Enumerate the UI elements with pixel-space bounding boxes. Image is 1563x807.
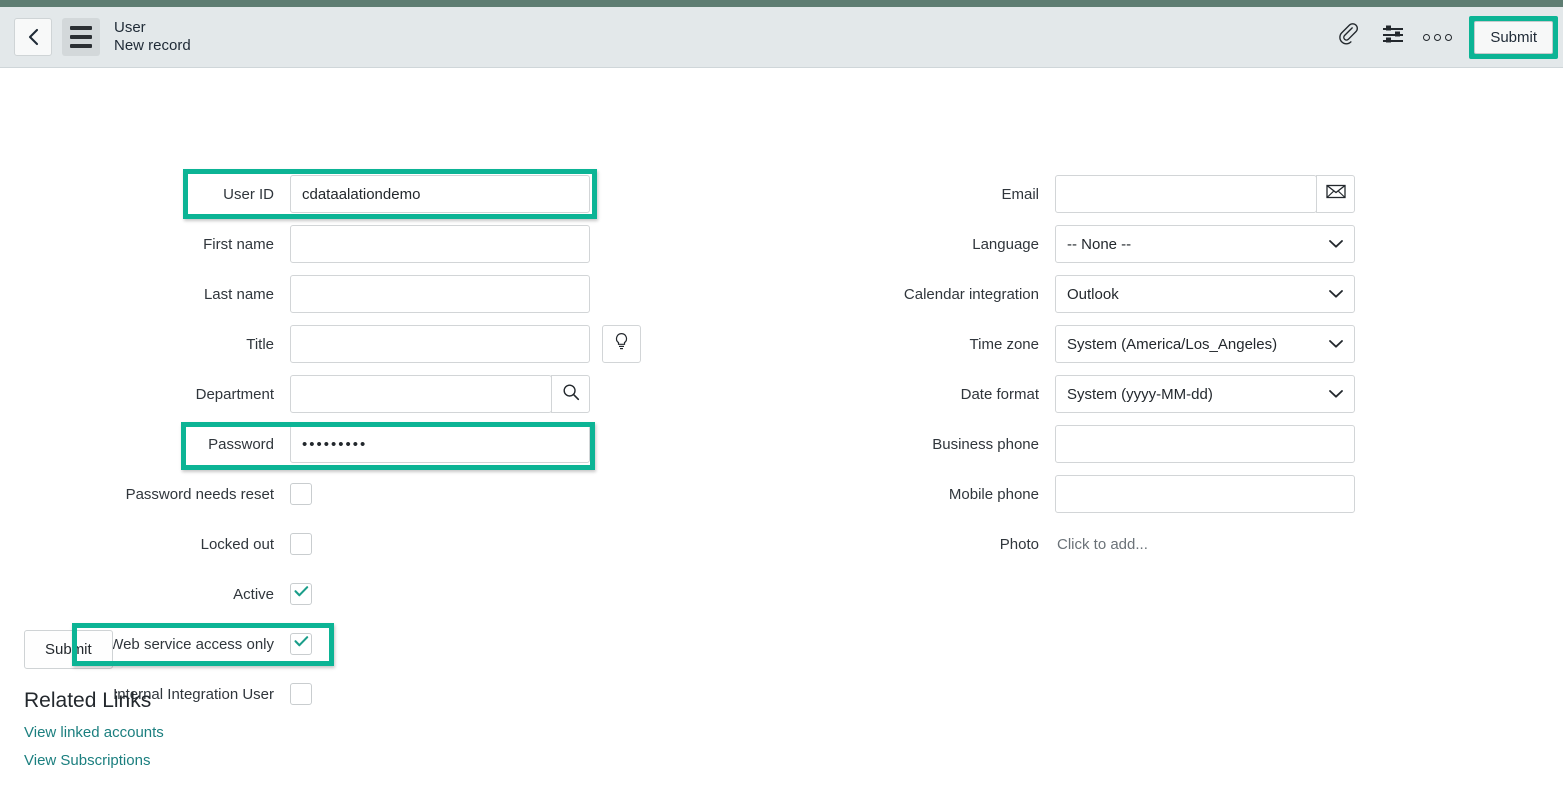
- field-row-password-needs-reset: Password needs reset: [0, 469, 660, 519]
- field-row-calendar-integration: Calendar integration Outlook: [790, 269, 1430, 319]
- user-id-label: User ID: [223, 185, 274, 203]
- checkmark-icon: [293, 585, 309, 603]
- three-dots-icon: [1422, 33, 1452, 41]
- department-input[interactable]: [290, 375, 552, 413]
- footer-submit-button[interactable]: Submit: [24, 630, 113, 669]
- form-right-column: Email Language -- None -- Calendar integ…: [790, 169, 1430, 569]
- mobile-phone-input[interactable]: [1055, 475, 1355, 513]
- user-id-input[interactable]: cdataalationdemo: [290, 175, 590, 213]
- photo-upload-link[interactable]: Click to add...: [1055, 536, 1148, 553]
- calendar-integration-label: Calendar integration: [903, 285, 1039, 303]
- chevron-down-icon: [1329, 236, 1343, 253]
- hamburger-menu-icon-bar: [70, 35, 92, 39]
- password-input[interactable]: •••••••••: [290, 425, 590, 463]
- field-row-time-zone: Time zone System (America/Los_Angeles): [790, 319, 1430, 369]
- personalize-form-button[interactable]: [1371, 15, 1415, 59]
- email-label: Email: [1001, 185, 1039, 203]
- page-title: User: [114, 19, 146, 37]
- mobile-phone-label: Mobile phone: [948, 485, 1039, 503]
- hamburger-menu-icon-bar: [70, 44, 92, 48]
- field-row-date-format: Date format System (yyyy-MM-dd): [790, 369, 1430, 419]
- back-button[interactable]: [14, 18, 52, 56]
- page-header: User New record Submit: [0, 7, 1563, 68]
- field-row-mobile-phone: Mobile phone: [790, 469, 1430, 519]
- chevron-down-icon: [1329, 286, 1343, 303]
- field-row-title: Title: [0, 319, 660, 369]
- language-select[interactable]: -- None --: [1055, 225, 1355, 263]
- language-selected-value: -- None --: [1067, 235, 1132, 253]
- time-zone-label: Time zone: [969, 335, 1039, 353]
- business-phone-label: Business phone: [932, 435, 1039, 453]
- active-checkbox[interactable]: [290, 583, 312, 605]
- field-row-active: Active: [0, 569, 660, 619]
- paperclip-icon: [1338, 22, 1360, 52]
- first-name-label: First name: [203, 235, 274, 253]
- form-footer: Submit Related Links View linked account…: [24, 630, 164, 769]
- last-name-input[interactable]: [290, 275, 590, 313]
- submit-button-highlight: Submit: [1469, 15, 1558, 59]
- language-label: Language: [972, 235, 1039, 253]
- field-row-business-phone: Business phone: [790, 419, 1430, 469]
- envelope-icon: [1325, 184, 1346, 204]
- record-status-subtitle: New record: [114, 37, 191, 54]
- title-label: Title: [246, 335, 274, 353]
- top-accent-strip: [0, 0, 1563, 7]
- lightbulb-icon: [614, 332, 629, 356]
- search-icon: [562, 383, 580, 406]
- record-title-block: User New record: [114, 19, 191, 54]
- field-row-last-name: Last name: [0, 269, 660, 319]
- date-format-selected-value: System (yyyy-MM-dd): [1067, 385, 1213, 403]
- related-links-heading: Related Links: [24, 689, 152, 712]
- department-label: Department: [195, 385, 274, 403]
- date-format-select[interactable]: System (yyyy-MM-dd): [1055, 375, 1355, 413]
- web-service-access-only-checkbox[interactable]: [290, 633, 312, 655]
- field-row-language: Language -- None --: [790, 219, 1430, 269]
- password-masked-value: •••••••••: [302, 435, 368, 453]
- photo-label: Photo: [999, 535, 1039, 553]
- field-row-locked-out: Locked out: [0, 519, 660, 569]
- field-row-department: Department: [0, 369, 660, 419]
- password-needs-reset-checkbox[interactable]: [290, 483, 312, 505]
- locked-out-label: Locked out: [200, 535, 274, 553]
- hamburger-menu-button[interactable]: [62, 18, 100, 56]
- email-compose-button[interactable]: [1316, 175, 1355, 213]
- title-suggestion-button[interactable]: [602, 325, 641, 363]
- active-label: Active: [233, 585, 274, 603]
- password-needs-reset-label: Password needs reset: [125, 485, 274, 503]
- field-row-password: Password •••••••••: [0, 419, 660, 469]
- business-phone-input[interactable]: [1055, 425, 1355, 463]
- time-zone-select[interactable]: System (America/Los_Angeles): [1055, 325, 1355, 363]
- checkmark-icon: [293, 635, 309, 653]
- calendar-integration-select[interactable]: Outlook: [1055, 275, 1355, 313]
- last-name-label: Last name: [203, 285, 274, 303]
- chevron-left-icon: [27, 28, 40, 46]
- related-link-view-subscriptions[interactable]: View Subscriptions: [24, 752, 164, 769]
- password-label: Password: [208, 435, 274, 453]
- date-format-label: Date format: [960, 385, 1039, 403]
- field-row-user-id: User ID cdataalationdemo: [0, 169, 660, 219]
- related-link-view-linked-accounts[interactable]: View linked accounts: [24, 724, 164, 741]
- field-row-photo: Photo Click to add...: [790, 519, 1430, 569]
- email-input[interactable]: [1055, 175, 1317, 213]
- header-actions: Submit: [1327, 7, 1563, 67]
- more-options-button[interactable]: [1415, 15, 1459, 59]
- header-submit-button[interactable]: Submit: [1474, 20, 1553, 54]
- first-name-input[interactable]: [290, 225, 590, 263]
- sliders-filter-icon: [1381, 23, 1405, 52]
- field-row-first-name: First name: [0, 219, 660, 269]
- title-input[interactable]: [290, 325, 590, 363]
- locked-out-checkbox[interactable]: [290, 533, 312, 555]
- attachments-button[interactable]: [1327, 15, 1371, 59]
- calendar-integration-selected-value: Outlook: [1067, 285, 1119, 303]
- chevron-down-icon: [1329, 386, 1343, 403]
- hamburger-menu-icon-bar: [70, 26, 92, 30]
- chevron-down-icon: [1329, 336, 1343, 353]
- time-zone-selected-value: System (America/Los_Angeles): [1067, 335, 1278, 353]
- department-lookup-button[interactable]: [551, 375, 590, 413]
- internal-integration-user-checkbox[interactable]: [290, 683, 312, 705]
- field-row-email: Email: [790, 169, 1430, 219]
